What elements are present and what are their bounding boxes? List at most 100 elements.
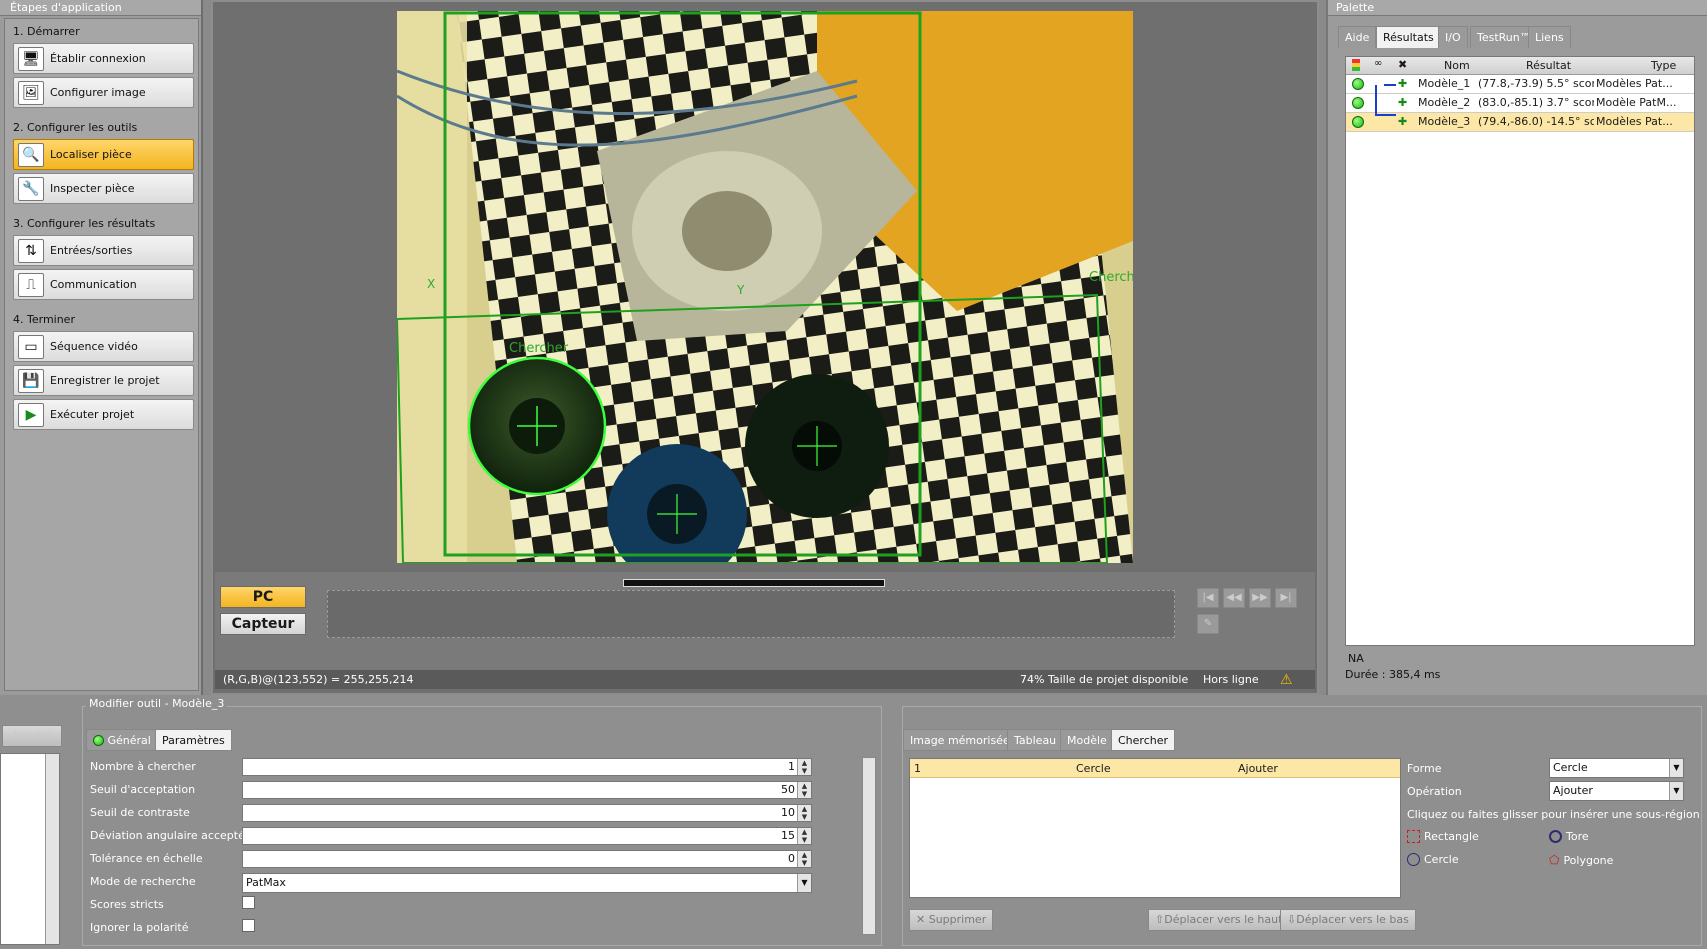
strict-scores-checkbox[interactable] [242,896,255,909]
spinner-icon[interactable]: ▲ ▼ [797,851,811,867]
field-label: Déviation angulaire acceptée [90,829,252,842]
tool-list-scrollbar[interactable] [45,754,59,944]
spinner-icon[interactable]: ▲ ▼ [797,782,811,798]
select-value: PatMax [246,876,286,889]
results-header: ∞ ✖ Nom Résultat Type [1346,57,1694,75]
io-button[interactable]: ⇅ Entrées/sorties [13,235,194,266]
tab-label: Général [107,734,151,747]
angle-input[interactable]: 15 ▲ ▼ [242,827,812,845]
field-value: 15 [781,829,795,842]
insert-hint: Cliquez ou faites glisser pour insérer u… [1407,808,1700,821]
add-tool-button[interactable]: Ajouter [2,725,62,747]
move-down-button[interactable]: ⇩Déplacer vers le bas [1280,909,1416,931]
button-label: Supprimer [928,913,987,926]
button-label: Communication [50,278,137,291]
button-label: Exécuter projet [50,408,135,421]
application-steps-panel: Étapes d'application 1. Démarrer 🖥 Établ… [0,0,203,695]
tab-help[interactable]: Aide [1338,26,1377,48]
region-shape: Cercle [1076,762,1111,775]
tools-icon: 🔧 [18,176,44,201]
region-operation: Ajouter [1238,762,1278,775]
section-label-tools: 2. Configurer les outils [13,121,138,134]
button-label: Localiser pièce [50,148,132,161]
row-name: Modèle_3 [1418,115,1471,128]
next-frame-icon[interactable]: ▶▶ [1249,588,1271,608]
shape-select[interactable]: Cercle ▼ [1549,758,1684,778]
ignore-polarity-label: Ignorer la polarité [90,921,189,934]
region-index: 1 [914,762,921,775]
move-up-button[interactable]: ⇧Déplacer vers le haut [1148,909,1290,931]
pass-status-icon [1352,97,1364,109]
ignore-polarity-checkbox[interactable] [242,919,255,932]
search-mode-select[interactable]: PatMax ▼ [242,873,812,893]
palette-panel: Palette Aide Résultats I/O TestRun™ Lien… [1326,0,1707,695]
count-input[interactable]: 1 ▲ ▼ [242,758,812,776]
connect-button[interactable]: 🖥 Établir connexion [13,43,194,74]
tab-general[interactable]: Général [86,729,158,751]
row-type: Modèles Pat... [1596,77,1673,90]
first-frame-icon[interactable]: |◀ [1197,588,1219,608]
add-circle-option[interactable]: Cercle [1407,853,1459,866]
polygon-icon: ⬠ [1549,853,1560,867]
communication-icon: ⎍ [18,272,44,297]
inspect-part-button[interactable]: 🔧 Inspecter pièce [13,173,194,204]
configure-image-button[interactable]: 🖼 Configurer image [13,77,194,108]
add-rectangle-option[interactable]: Rectangle [1407,830,1479,843]
tab-results[interactable]: Résultats [1376,26,1441,48]
play-icon: ▶ [18,402,44,427]
panel-title: Étapes d'application [0,0,201,16]
acceptance-input[interactable]: 50 ▲ ▼ [242,781,812,799]
search-mode-label: Mode de recherche [90,875,196,888]
row-result: (79.4,-86.0) -14.5° sco... [1478,115,1594,128]
scale-input[interactable]: 0 ▲ ▼ [242,850,812,868]
communication-button[interactable]: ⎍ Communication [13,269,194,300]
column-name: Nom [1444,59,1470,72]
spinner-icon[interactable]: ▲ ▼ [797,759,811,775]
pass-status-icon [1352,116,1364,128]
search-region-label: Chercher [1089,270,1133,285]
row-name: Modèle_1 [1418,77,1471,90]
status-ok-icon [93,735,104,746]
save-project-button[interactable]: 💾 Enregistrer le projet [13,365,194,396]
tab-stored-image[interactable]: Image mémorisée [903,729,1017,751]
sensor-mode-button[interactable]: Capteur [220,613,306,635]
add-polygon-option[interactable]: ⬠ Polygone [1549,853,1613,867]
video-sequence-button[interactable]: ▭ Séquence vidéo [13,331,194,362]
button-label: Entrées/sorties [50,244,133,257]
option-label: Cercle [1424,853,1459,866]
run-project-button[interactable]: ▶ Exécuter projet [13,399,194,430]
delete-button[interactable]: ✕ Supprimer [909,909,994,931]
prev-frame-icon[interactable]: ◀◀ [1223,588,1245,608]
contrast-input[interactable]: 10 ▲ ▼ [242,804,812,822]
tab-parameters[interactable]: Paramètres [155,729,232,751]
params-scrollbar[interactable] [862,757,876,935]
filmstrip[interactable] [327,590,1175,638]
button-label: Configurer image [50,86,146,99]
camera-image[interactable]: Chercher Chercher X Y [397,11,1133,563]
field-label: Seuil de contraste [90,806,190,819]
pc-mode-button[interactable]: PC [220,586,306,608]
tab-search[interactable]: Chercher [1111,729,1176,751]
bottom-panel: Ajouter Modifier outil - Modèle_3 Généra… [0,695,1707,949]
status-bar: (R,G,B)@(123,552) = 255,255,214 74% Tail… [215,670,1315,689]
add-torus-option[interactable]: Tore [1549,830,1589,843]
image-scrollbar[interactable] [623,579,885,587]
tool-list[interactable] [0,753,60,945]
duration-label: Durée : 385,4 ms [1345,668,1441,681]
tab-table[interactable]: Tableau [1007,729,1064,751]
pixel-readout: (R,G,B)@(123,552) = 255,255,214 [223,673,414,686]
table-row[interactable]: 1 Cercle Ajouter [910,759,1400,778]
option-label: Polygone [1563,853,1614,867]
tab-links[interactable]: Liens [1528,26,1571,48]
operation-select[interactable]: Ajouter ▼ [1549,781,1684,801]
pass-status-icon [1352,78,1364,90]
status-column-icon [1352,59,1360,71]
locate-part-button[interactable]: 🔍 Localiser pièce [13,139,194,170]
tab-io[interactable]: I/O [1438,26,1468,48]
button-label: Déplacer vers le haut [1164,913,1283,926]
edit-frame-icon[interactable]: ✎ [1197,614,1219,634]
spinner-icon[interactable]: ▲ ▼ [797,828,811,844]
tab-model[interactable]: Modèle [1060,729,1114,751]
spinner-icon[interactable]: ▲ ▼ [797,805,811,821]
last-frame-icon[interactable]: ▶| [1275,588,1297,608]
